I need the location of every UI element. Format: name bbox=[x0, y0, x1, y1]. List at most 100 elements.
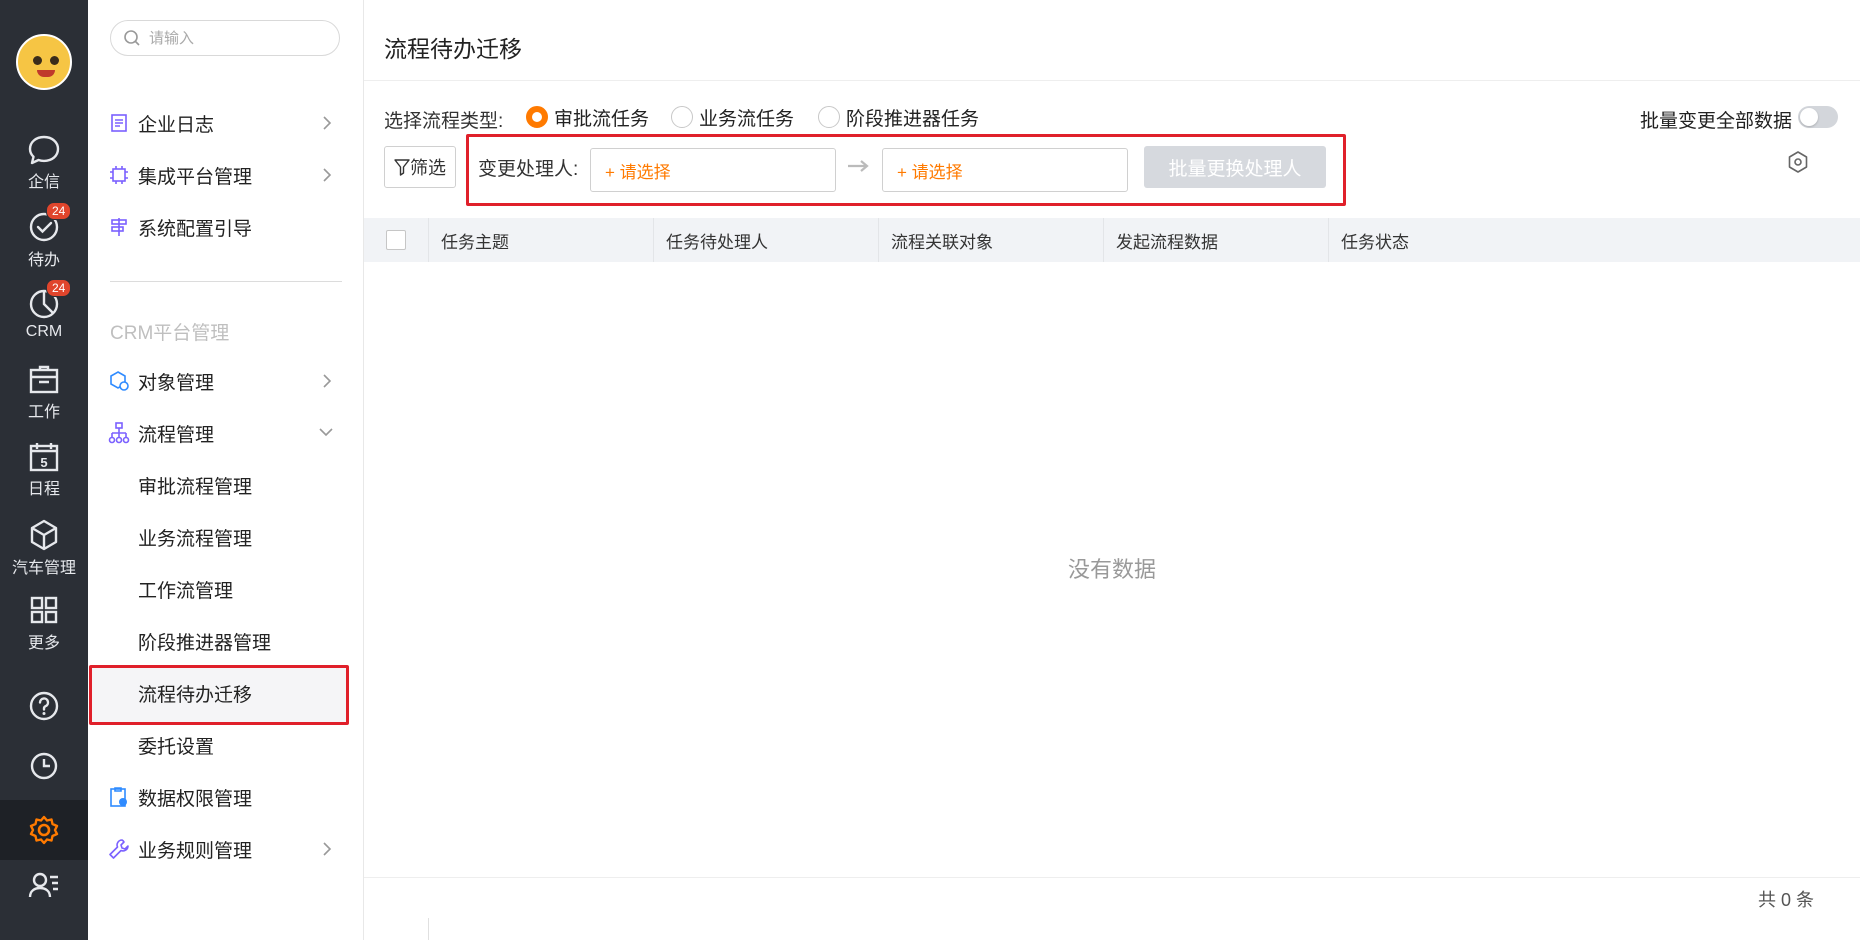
chip-icon bbox=[108, 164, 130, 186]
menu-item-data-permission[interactable]: 数据权限管理 bbox=[108, 777, 338, 817]
menu-item-enterprise-journal[interactable]: 企业日志 bbox=[108, 103, 338, 143]
empty-state-text: 没有数据 bbox=[1067, 557, 1156, 582]
header-divider bbox=[364, 80, 1860, 81]
rail-item-work[interactable]: 工作 bbox=[0, 364, 88, 434]
submenu-workflow[interactable]: 工作流管理 bbox=[138, 569, 233, 609]
user-profile-button[interactable] bbox=[0, 862, 88, 908]
user-card-icon bbox=[28, 872, 58, 898]
wrench-icon bbox=[108, 838, 130, 860]
radio-label-stage-task: 阶段推进器任务 bbox=[846, 108, 980, 130]
menu-search-input[interactable] bbox=[149, 29, 329, 47]
rail-label-chat: 企信 bbox=[27, 174, 60, 191]
batch-change-handler-button[interactable]: 批量更换处理人 bbox=[1144, 146, 1326, 188]
calendar-icon: 5 bbox=[29, 443, 59, 472]
radio-approval-task[interactable]: 审批流任务 bbox=[526, 104, 649, 130]
arrow-right-icon bbox=[848, 160, 869, 172]
menu-item-system-config-guide[interactable]: 系统配置引导 bbox=[108, 207, 338, 247]
chevron-down-icon bbox=[319, 428, 333, 437]
menu-item-process-mgmt[interactable]: 流程管理 bbox=[108, 413, 338, 453]
rail-label-car: 汽车管理 bbox=[11, 560, 76, 577]
total-count: 共 0 条 bbox=[1758, 890, 1815, 910]
signpost-icon bbox=[108, 216, 130, 238]
help-icon bbox=[29, 691, 59, 721]
crm-badge: 24 bbox=[46, 279, 72, 297]
cube-settings-icon bbox=[108, 370, 130, 392]
main-panel: 流程待办迁移 选择流程类型: 审批流任务 业务流任务 阶段推进器任务 批量变更全… bbox=[364, 0, 1860, 940]
rail-label-work: 工作 bbox=[27, 404, 60, 421]
todo-badge: 24 bbox=[46, 202, 72, 220]
process-type-label: 选择流程类型: bbox=[384, 111, 504, 132]
chevron-right-icon bbox=[323, 842, 332, 856]
from-handler-select[interactable]: + 请选择 bbox=[590, 148, 836, 192]
radio-dot-selected bbox=[526, 106, 548, 128]
help-button[interactable] bbox=[0, 683, 88, 729]
radio-business-task[interactable]: 业务流任务 bbox=[671, 104, 794, 130]
submenu-stage-advancer[interactable]: 阶段推进器管理 bbox=[138, 621, 271, 661]
radio-dot bbox=[818, 106, 840, 128]
rail-label-crm: CRM bbox=[25, 323, 63, 340]
page-title: 流程待办迁移 bbox=[384, 36, 522, 62]
rail-item-crm[interactable]: 24 CRM bbox=[0, 279, 88, 357]
column-task-handler[interactable]: 任务待处理人 bbox=[653, 218, 878, 262]
chevron-right-icon bbox=[323, 168, 332, 182]
rail-item-chat[interactable]: 企信 bbox=[0, 134, 88, 204]
chevron-right-icon bbox=[323, 374, 332, 388]
rail-label-todo: 待办 bbox=[27, 252, 60, 269]
briefcase-icon bbox=[29, 365, 59, 394]
chevron-right-icon bbox=[323, 116, 332, 130]
journal-icon bbox=[108, 112, 130, 134]
menu-label-integration-platform: 集成平台管理 bbox=[138, 166, 253, 188]
cube-icon bbox=[30, 519, 58, 551]
footer-separator bbox=[428, 918, 429, 940]
radio-label-approval-task: 审批流任务 bbox=[554, 108, 650, 130]
to-handler-select[interactable]: + 请选择 bbox=[882, 148, 1128, 192]
rail-label-schedule: 日程 bbox=[27, 481, 60, 498]
section-title-crm: CRM平台管理 bbox=[110, 323, 230, 344]
footer-divider bbox=[364, 877, 1860, 878]
radio-stage-task[interactable]: 阶段推进器任务 bbox=[818, 104, 979, 130]
avatar-eye-left bbox=[33, 56, 42, 65]
avatar-eye-right bbox=[50, 56, 59, 65]
toggle-knob bbox=[1800, 108, 1818, 126]
change-handler-label: 变更处理人: bbox=[478, 159, 579, 180]
submenu-process-todo-migration[interactable]: 流程待办迁移 bbox=[138, 673, 252, 713]
column-task-status[interactable]: 任务状态 bbox=[1328, 218, 1553, 262]
menu-item-integration-platform[interactable]: 集成平台管理 bbox=[108, 155, 338, 195]
menu-label-process-mgmt: 流程管理 bbox=[138, 424, 215, 446]
rail-item-schedule[interactable]: 5 日程 bbox=[0, 441, 88, 511]
radio-label-business-task: 业务流任务 bbox=[699, 108, 795, 130]
clock-icon bbox=[30, 752, 58, 780]
org-tree-icon bbox=[108, 422, 130, 444]
filter-button[interactable]: 筛选 bbox=[384, 146, 456, 188]
chat-bubble-icon bbox=[28, 135, 60, 165]
app-rail: 企信 24 待办 24 CRM 工作 5 日程 汽车管理 更多 bbox=[0, 0, 88, 940]
menu-label-enterprise-journal: 企业日志 bbox=[138, 114, 215, 136]
submenu-delegation-settings[interactable]: 委托设置 bbox=[138, 725, 214, 765]
menu-divider bbox=[110, 281, 342, 282]
rail-item-more[interactable]: 更多 bbox=[0, 595, 88, 665]
column-initiated-data[interactable]: 发起流程数据 bbox=[1103, 218, 1328, 262]
select-all-checkbox[interactable] bbox=[386, 230, 406, 250]
column-settings-button[interactable] bbox=[1786, 150, 1810, 179]
menu-item-object-mgmt[interactable]: 对象管理 bbox=[108, 361, 338, 401]
user-avatar[interactable] bbox=[16, 34, 72, 90]
history-button[interactable] bbox=[0, 743, 88, 789]
menu-label-business-rules: 业务规则管理 bbox=[138, 840, 253, 862]
menu-item-business-rules[interactable]: 业务规则管理 bbox=[108, 829, 338, 869]
rail-item-todo[interactable]: 24 待办 bbox=[0, 202, 88, 280]
rail-item-car[interactable]: 汽车管理 bbox=[0, 518, 88, 588]
settings-gear-icon bbox=[29, 815, 59, 845]
batch-all-label: 批量变更全部数据 bbox=[1640, 111, 1793, 132]
calendar-day-number: 5 bbox=[40, 455, 47, 470]
table-header: 任务主题 任务待处理人 流程关联对象 发起流程数据 任务状态 bbox=[364, 218, 1860, 262]
submenu-approval-process[interactable]: 审批流程管理 bbox=[138, 465, 252, 505]
search-icon bbox=[124, 30, 140, 46]
filter-label: 筛选 bbox=[410, 158, 446, 178]
column-task-subject[interactable]: 任务主题 bbox=[428, 218, 653, 262]
settings-button[interactable] bbox=[0, 800, 88, 860]
submenu-business-process[interactable]: 业务流程管理 bbox=[138, 517, 252, 557]
menu-search bbox=[110, 20, 340, 56]
column-related-object[interactable]: 流程关联对象 bbox=[878, 218, 1103, 262]
batch-all-toggle[interactable] bbox=[1798, 106, 1838, 128]
menu-label-object-mgmt: 对象管理 bbox=[138, 372, 215, 394]
